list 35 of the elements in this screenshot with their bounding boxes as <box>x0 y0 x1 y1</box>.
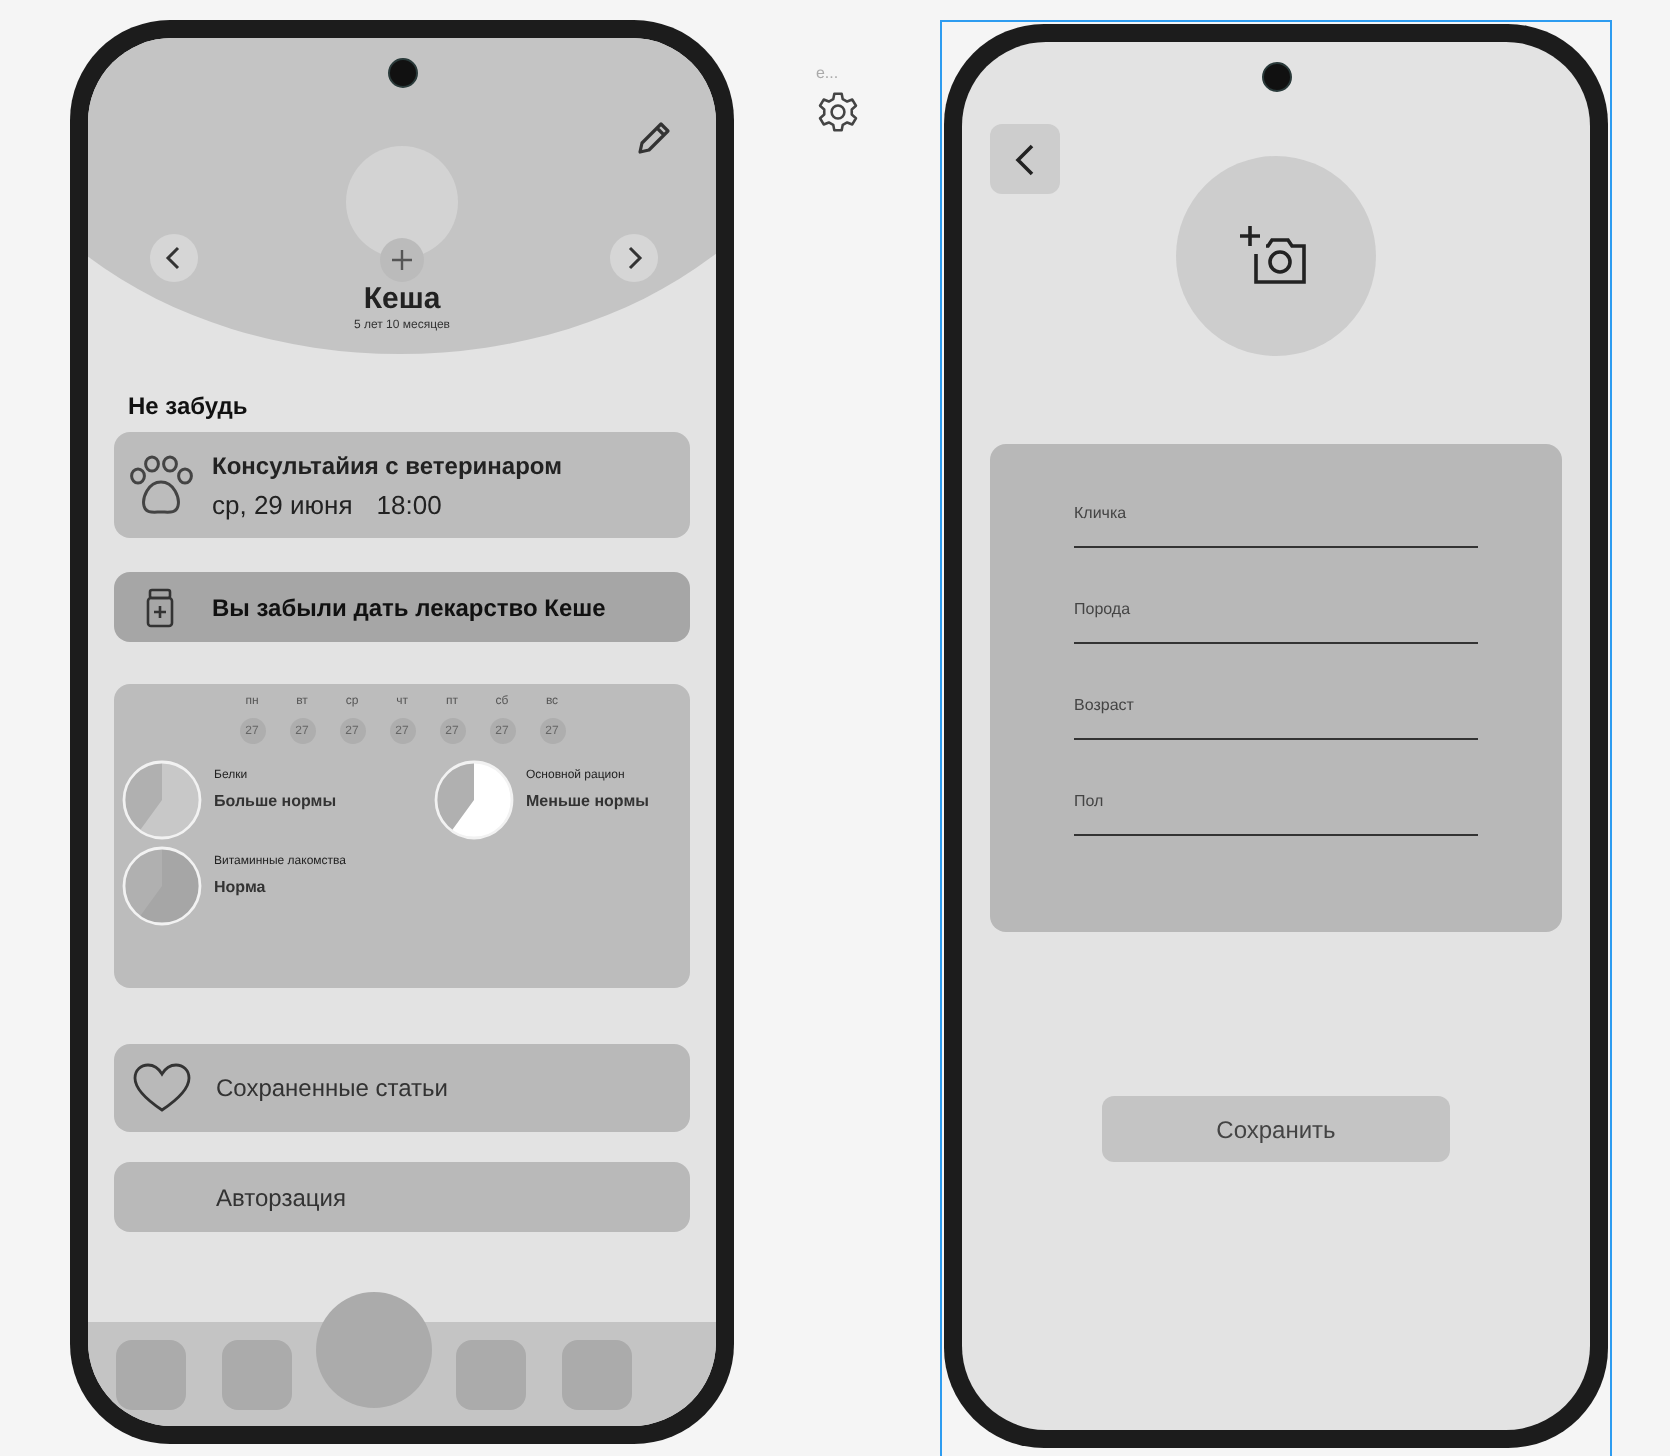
menu-item[interactable]: Авторзация <box>114 1162 690 1232</box>
pet-name: Кеша <box>363 282 441 316</box>
medicine-jar-icon <box>146 587 174 627</box>
alert-text: Вы забыли дать лекарство Кеше <box>212 593 606 621</box>
pie-chart-icon <box>434 760 514 840</box>
appointment-title: Консультайия с ветеринаром <box>212 451 562 479</box>
nutrient-status: Меньше нормы <box>526 792 649 810</box>
nutrient-status: Больше нормы <box>214 792 337 810</box>
appointment-time: 18:00 <box>376 489 442 519</box>
medicine-alert[interactable]: Вы забыли дать лекарство Кеше <box>114 572 690 642</box>
heart-icon <box>132 1062 192 1114</box>
appointment-card[interactable]: Консультайия с ветеринаром ср, 29 июня 18:00 <box>114 432 690 538</box>
paw-icon <box>128 453 196 517</box>
back-button[interactable] <box>990 124 1060 194</box>
save-button[interactable]: Сохранить <box>1102 1096 1450 1162</box>
input-field[interactable]: Порода <box>1074 588 1478 644</box>
camera-icon <box>1261 62 1291 92</box>
input-field[interactable]: Пол <box>1074 780 1478 836</box>
plus-icon <box>392 250 412 270</box>
input-field[interactable]: Возраст <box>1074 684 1478 740</box>
settings-icon[interactable] <box>815 90 859 134</box>
input-field[interactable]: Кличка <box>1074 492 1478 548</box>
chevron-left-icon <box>1013 143 1037 175</box>
chevron-right-icon <box>624 246 644 270</box>
pie-chart-icon <box>122 760 202 840</box>
appointment-date: ср, 29 июня <box>212 489 353 519</box>
frame-label: e... <box>815 64 839 82</box>
menu-item[interactable]: Сохраненные статьи <box>114 1044 690 1132</box>
chevron-left-icon <box>164 246 184 270</box>
add-camera-icon <box>1240 222 1312 290</box>
add-photo-button[interactable] <box>380 238 424 282</box>
edit-icon[interactable] <box>634 118 674 158</box>
nutrient-status: Норма <box>214 878 268 896</box>
pie-chart-icon <box>122 846 202 926</box>
section-title: Не забудь <box>128 392 250 420</box>
